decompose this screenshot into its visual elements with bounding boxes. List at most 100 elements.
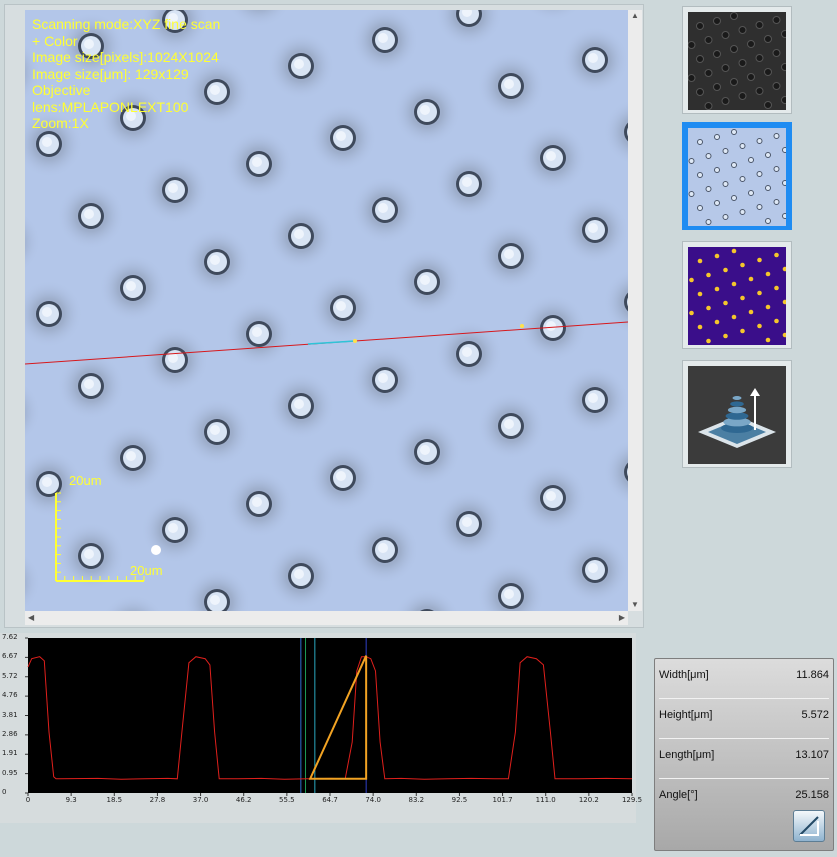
thumb-pore	[731, 281, 737, 287]
thumb-pore	[764, 35, 772, 43]
thumb-pore	[714, 286, 720, 292]
thumb-pore	[705, 219, 712, 225]
thumb-pore	[747, 73, 755, 81]
pore-highlight	[42, 477, 52, 487]
measure-label: Length[μm]	[659, 749, 715, 761]
cone-layer	[727, 406, 747, 414]
thumb-pore	[723, 300, 728, 306]
thumb-pore	[755, 87, 764, 95]
thumb-pore	[697, 172, 703, 178]
measure-row-height: Height[μm] 5.572	[659, 709, 829, 739]
thumb-pore	[739, 143, 746, 149]
thumb-pore	[747, 40, 755, 48]
y-tick-label: 6.67	[2, 652, 18, 661]
line-profile-panel[interactable]: 0 0.95 1.91 2.86 3.81 4.76 5.72 6.67 7.62 0 9.3 18…	[0, 633, 642, 823]
thumb-pore	[721, 64, 730, 72]
thumb-pore	[764, 68, 772, 76]
y-tick-label: 1.91	[2, 749, 18, 758]
x-tick-label: 55.5	[279, 796, 295, 804]
pore-highlight	[252, 157, 262, 167]
y-tick-label: 7.62	[2, 633, 18, 641]
thumb-pore	[730, 45, 738, 53]
thumb-pore	[757, 323, 762, 329]
thumb-pore	[748, 309, 754, 315]
pore-highlight	[210, 255, 220, 265]
plot-area	[28, 638, 632, 793]
x-tick-label: 27.8	[149, 796, 166, 804]
thumb-pore	[755, 21, 764, 29]
x-tick-label: 92.5	[451, 796, 468, 804]
thumb-pore	[714, 134, 720, 140]
vertical-scrollbar[interactable]: ▲ ▼	[628, 10, 642, 611]
pore-highlight	[378, 373, 388, 383]
thumb-pore	[773, 133, 780, 139]
x-tick-label: 120.2	[578, 796, 599, 804]
pore-highlight	[42, 307, 52, 317]
thumb-pore	[706, 305, 711, 311]
optical-image[interactable]: Scanning mode:XYZ fine scan + Color Imag…	[25, 10, 628, 611]
thumb-pore	[765, 337, 771, 343]
thumb-pore	[781, 30, 786, 38]
thumb-pore	[722, 181, 729, 187]
thumbnail-color[interactable]	[682, 122, 792, 230]
thumb-pore	[765, 304, 771, 310]
thumb-pore	[739, 209, 746, 215]
pore-highlight	[126, 281, 136, 291]
pore-highlight	[420, 105, 430, 115]
thumb-pore	[748, 276, 754, 282]
thumb-pore	[748, 190, 754, 196]
thumb-pore	[765, 218, 771, 224]
pore-highlight	[546, 491, 556, 501]
thumb-pore	[756, 138, 763, 144]
thumb-pore	[774, 285, 779, 291]
scroll-right-icon[interactable]: ▶	[619, 614, 625, 622]
pore-highlight	[504, 79, 514, 89]
thumbnail-height[interactable]	[682, 241, 792, 349]
profile-segment	[307, 340, 356, 345]
x-tick-label: 129.5	[621, 796, 643, 804]
x-tick-label: 74.0	[365, 796, 381, 804]
pore-highlight	[84, 379, 94, 389]
scroll-up-icon[interactable]: ▲	[631, 12, 639, 20]
pore-highlight	[252, 497, 262, 507]
pore-highlight	[420, 275, 430, 285]
thumb-pore	[731, 162, 737, 168]
pore-highlight	[546, 151, 556, 161]
thumb-pore	[774, 252, 779, 258]
thumb-background	[688, 247, 786, 345]
pore-highlight	[294, 399, 304, 409]
export-measurement-button[interactable]	[793, 810, 825, 842]
thumb-pore	[713, 17, 721, 25]
profile-chart[interactable]	[0, 633, 636, 823]
x-tick-label: 46.2	[235, 796, 252, 804]
thumb-pore	[697, 139, 703, 145]
thumb-pore	[757, 290, 762, 296]
thumb-pore	[781, 96, 786, 104]
thumb-pore	[755, 54, 764, 62]
pore-highlight	[504, 249, 514, 259]
thumbnail-3d-view[interactable]	[682, 360, 792, 468]
thumb-pore	[765, 185, 771, 191]
thumbnail-intensity[interactable]	[682, 6, 792, 114]
thumb-pore	[740, 328, 745, 334]
measure-tool-icon	[799, 816, 819, 836]
measure-label: Angle[°]	[659, 789, 698, 801]
x-tick-label: 64.7	[322, 796, 338, 804]
scale-bar-vertical-label: 20um	[69, 473, 102, 488]
thumb-pore	[748, 157, 754, 163]
thumb-pore	[739, 176, 746, 182]
thumb-pore	[696, 22, 704, 30]
pore-highlight	[462, 517, 472, 527]
thumb-pore	[772, 82, 781, 90]
thumb-pore	[723, 267, 728, 273]
thumb-pore	[756, 171, 763, 177]
pore-highlight	[336, 131, 346, 141]
thumb-pore	[696, 88, 704, 96]
thumb-pore	[764, 101, 772, 109]
scroll-down-icon[interactable]: ▼	[631, 601, 639, 609]
thumb-pore	[688, 191, 695, 197]
horizontal-scrollbar[interactable]: ◀ ▶	[25, 611, 628, 625]
thumb-pore	[714, 319, 720, 325]
scroll-left-icon[interactable]: ◀	[28, 614, 34, 622]
pore-highlight	[588, 563, 598, 573]
